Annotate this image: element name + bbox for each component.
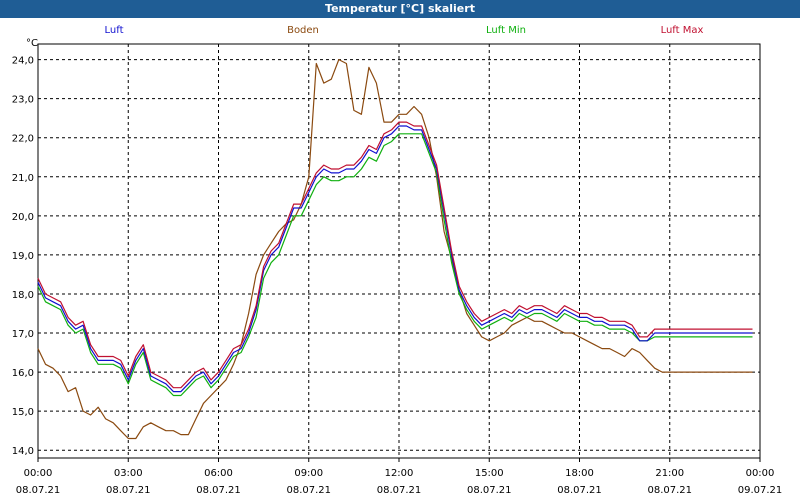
- x-tick-date: 08.07.21: [16, 485, 61, 496]
- x-tick-time: 09:00: [294, 468, 323, 479]
- temperature-chart: 24,0 23,0 22,0 21,0 20,0 19,0 18,0 17,0 16,0 15,0…: [12, 43, 783, 496]
- y-tick-label: 20,0: [12, 212, 34, 223]
- x-tick-time: 12:00: [385, 468, 414, 479]
- x-tick-date: 08.07.21: [557, 485, 602, 496]
- x-tick-time: 00:00: [24, 468, 53, 479]
- y-tick-label: 22,0: [12, 134, 34, 145]
- x-tick-time: 15:00: [475, 468, 504, 479]
- y-tick-label: 17,0: [12, 329, 34, 340]
- y-tick-label: 16,0: [12, 368, 34, 379]
- x-tick-date: 08.07.21: [467, 485, 512, 496]
- x-tick-time: 00:00: [746, 468, 775, 479]
- x-tick-time: 06:00: [204, 468, 233, 479]
- x-tick-date: 08.07.21: [106, 485, 151, 496]
- y-tick-label: 21,0: [12, 173, 34, 184]
- y-tick-label: 19,0: [12, 251, 34, 262]
- y-tick-label: 15,0: [12, 407, 34, 418]
- x-tick-date: 08.07.21: [286, 485, 331, 496]
- y-tick-label: 14,0: [12, 446, 34, 457]
- x-tick-time: 21:00: [655, 468, 684, 479]
- y-tick-label: 23,0: [12, 95, 34, 106]
- x-tick-time: 03:00: [114, 468, 143, 479]
- x-tick-date: 09.07.21: [738, 485, 783, 496]
- x-tick-date: 08.07.21: [196, 485, 241, 496]
- x-tick-date: 08.07.21: [647, 485, 692, 496]
- x-tick-time: 18:00: [565, 468, 594, 479]
- x-tick-date: 08.07.21: [377, 485, 422, 496]
- y-tick-label: 24,0: [12, 56, 34, 67]
- y-tick-label: 18,0: [12, 290, 34, 301]
